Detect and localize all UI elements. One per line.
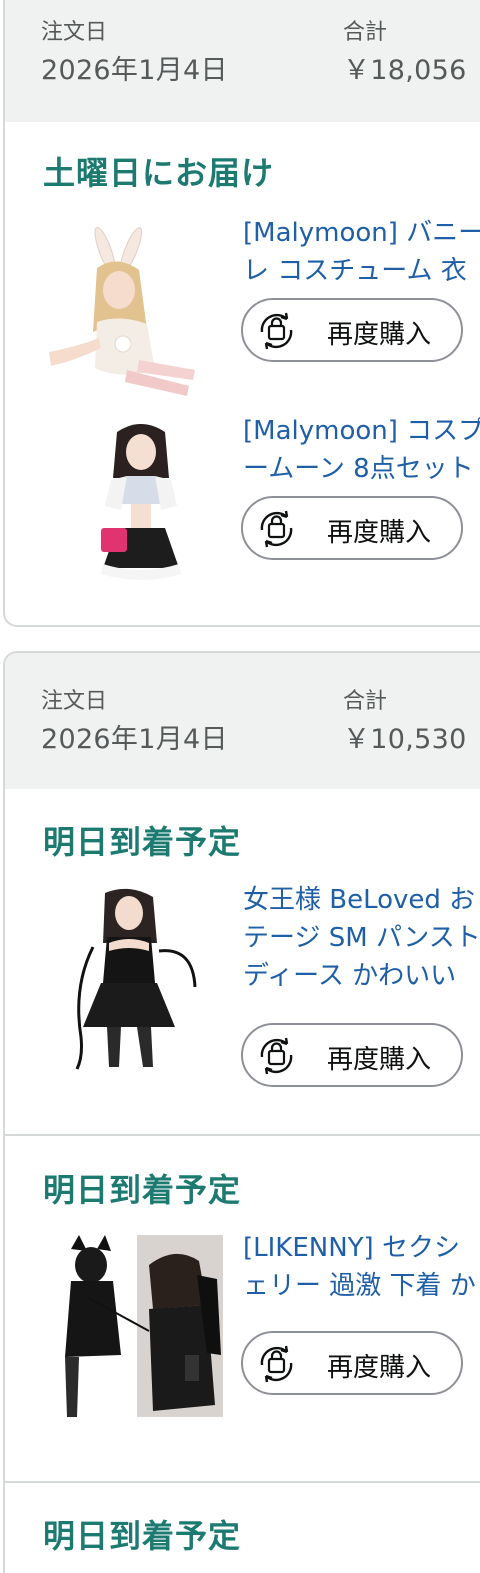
order-header: 注文日 2026年1月4日 合計 ￥10,530 bbox=[5, 653, 480, 789]
order-history-page: 注文日 2026年1月4日 合計 ￥18,056 土曜日にお届け [Malymo… bbox=[0, 0, 480, 1573]
product-image[interactable] bbox=[57, 1235, 223, 1417]
product-title-line: 女王様 BeLoved お bbox=[243, 885, 476, 915]
product-title-link[interactable]: [LIKENNY] セクシ ェリー 過激 下着 か bbox=[243, 1229, 480, 1305]
product-image[interactable] bbox=[39, 220, 201, 402]
buy-again-label: 再度購入 bbox=[327, 1045, 432, 1075]
buy-again-button[interactable]: 再度購入 bbox=[241, 496, 463, 560]
buy-again-label: 再度購入 bbox=[327, 518, 432, 548]
order-total-label: 合計 bbox=[343, 689, 388, 714]
shipment-divider bbox=[5, 1134, 480, 1136]
order-card: 注文日 2026年1月4日 合計 ￥10,530 明日到着予定 女王様 BeLo… bbox=[3, 651, 480, 1573]
product-title-line: テージ SM パンスト bbox=[243, 923, 480, 953]
order-total-value: ￥18,056 bbox=[343, 55, 467, 86]
order-total-value: ￥10,530 bbox=[343, 724, 467, 755]
product-title-line: ディース かわいい bbox=[243, 961, 457, 991]
product-title-link[interactable]: 女王様 BeLoved お テージ SM パンスト ディース かわいい bbox=[243, 881, 480, 995]
product-title-line: [LIKENNY] セクシ bbox=[243, 1233, 460, 1263]
order-date-label: 注文日 bbox=[41, 689, 108, 714]
order-date-value: 2026年1月4日 bbox=[41, 724, 228, 755]
product-title-line: ームーン 8点セット bbox=[243, 454, 474, 484]
product-image[interactable] bbox=[81, 418, 201, 600]
buy-again-icon bbox=[251, 306, 301, 356]
order-date-label: 注文日 bbox=[41, 20, 108, 45]
buy-again-label: 再度購入 bbox=[327, 320, 432, 350]
buy-again-icon bbox=[251, 504, 301, 554]
buy-again-button[interactable]: 再度購入 bbox=[241, 1331, 463, 1395]
buy-again-icon bbox=[251, 1339, 301, 1389]
product-title-link[interactable]: [Malymoon] コスプ ームーン 8点セット bbox=[243, 412, 480, 488]
delivery-status: 土曜日にお届け bbox=[43, 154, 275, 192]
shipment-divider bbox=[5, 1481, 480, 1483]
order-date-value: 2026年1月4日 bbox=[41, 55, 228, 86]
product-title-link[interactable]: [Malymoon] バニー レ コスチューム 衣 bbox=[243, 214, 480, 290]
order-header: 注文日 2026年1月4日 合計 ￥18,056 bbox=[5, 0, 480, 122]
product-title-line: [Malymoon] コスプ bbox=[243, 416, 480, 446]
product-title-line: ェリー 過激 下着 か bbox=[243, 1271, 476, 1301]
buy-again-icon bbox=[251, 1031, 301, 1081]
product-title-line: [Malymoon] バニー bbox=[243, 218, 480, 248]
order-card: 注文日 2026年1月4日 合計 ￥18,056 土曜日にお届け [Malymo… bbox=[3, 0, 480, 627]
delivery-status: 明日到着予定 bbox=[43, 1171, 242, 1209]
product-image[interactable] bbox=[63, 887, 201, 1071]
product-title-line: レ コスチューム 衣 bbox=[243, 256, 467, 286]
buy-again-label: 再度購入 bbox=[327, 1353, 432, 1383]
buy-again-button[interactable]: 再度購入 bbox=[241, 1023, 463, 1087]
delivery-status: 明日到着予定 bbox=[43, 1517, 242, 1555]
delivery-status: 明日到着予定 bbox=[43, 823, 242, 861]
buy-again-button[interactable]: 再度購入 bbox=[241, 298, 463, 362]
order-total-label: 合計 bbox=[343, 20, 388, 45]
